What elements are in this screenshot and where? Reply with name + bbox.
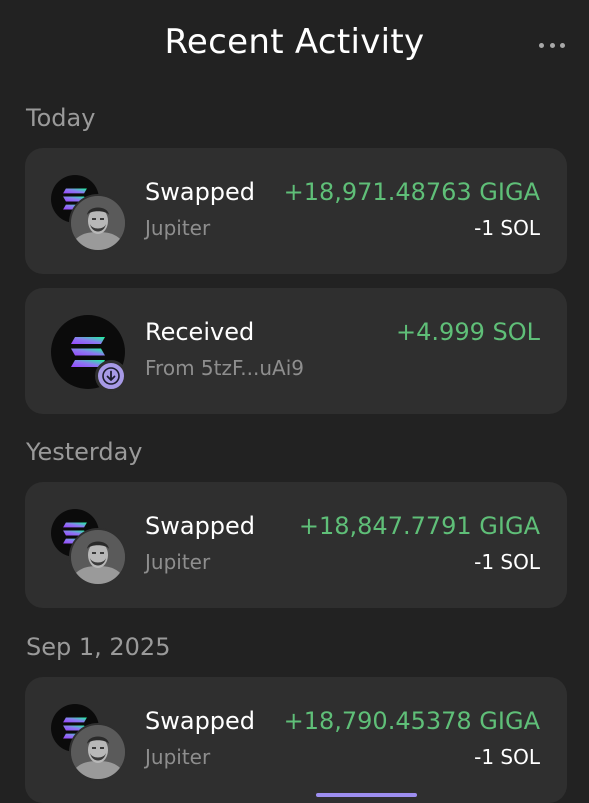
activity-title: Swapped <box>145 707 256 735</box>
giga-avatar-icon <box>69 194 127 252</box>
swap-token-icons <box>51 175 127 252</box>
home-indicator <box>316 793 417 797</box>
activity-subtitle: Jupiter <box>145 216 211 240</box>
dot <box>560 42 565 48</box>
activity-title: Swapped <box>145 512 256 540</box>
giga-avatar-icon <box>69 723 127 781</box>
swap-token-icons <box>51 704 127 781</box>
activity-item-received[interactable]: Received From 5tzF...uAi9 +4.999 SOL <box>25 288 567 414</box>
arrow-down-icon <box>95 360 127 392</box>
section-label-today: Today <box>26 104 96 132</box>
activity-title: Received <box>145 318 255 346</box>
more-horizontal-icon[interactable] <box>539 36 565 54</box>
activity-item-swap[interactable]: Swapped Jupiter +18,847.7791 GIGA -1 SOL <box>25 482 567 608</box>
amount-sent: -1 SOL <box>474 550 540 574</box>
dot <box>549 42 555 48</box>
dot <box>539 42 544 48</box>
amount-sent: -1 SOL <box>474 745 540 769</box>
activity-item-swap[interactable]: Swapped Jupiter +18,790.45378 GIGA -1 SO… <box>25 677 567 803</box>
activity-item-swap[interactable]: Swapped Jupiter +18,971.48763 GIGA -1 SO… <box>25 148 567 274</box>
page-title: Recent Activity <box>164 22 425 62</box>
amount-received: +18,790.45378 GIGA <box>283 707 540 735</box>
amount-received: +18,971.48763 GIGA <box>283 178 540 206</box>
giga-avatar-icon <box>69 528 127 586</box>
activity-subtitle: Jupiter <box>145 745 211 769</box>
section-label-date: Sep 1, 2025 <box>26 633 171 661</box>
amount-sent: -1 SOL <box>474 216 540 240</box>
activity-subtitle: Jupiter <box>145 550 211 574</box>
swap-token-icons <box>51 509 127 586</box>
section-label-yesterday: Yesterday <box>26 438 143 466</box>
amount-received: +4.999 SOL <box>396 318 540 346</box>
header: Recent Activity <box>0 0 589 90</box>
activity-subtitle: From 5tzF...uAi9 <box>145 356 304 380</box>
amount-received: +18,847.7791 GIGA <box>298 512 540 540</box>
activity-title: Swapped <box>145 178 256 206</box>
